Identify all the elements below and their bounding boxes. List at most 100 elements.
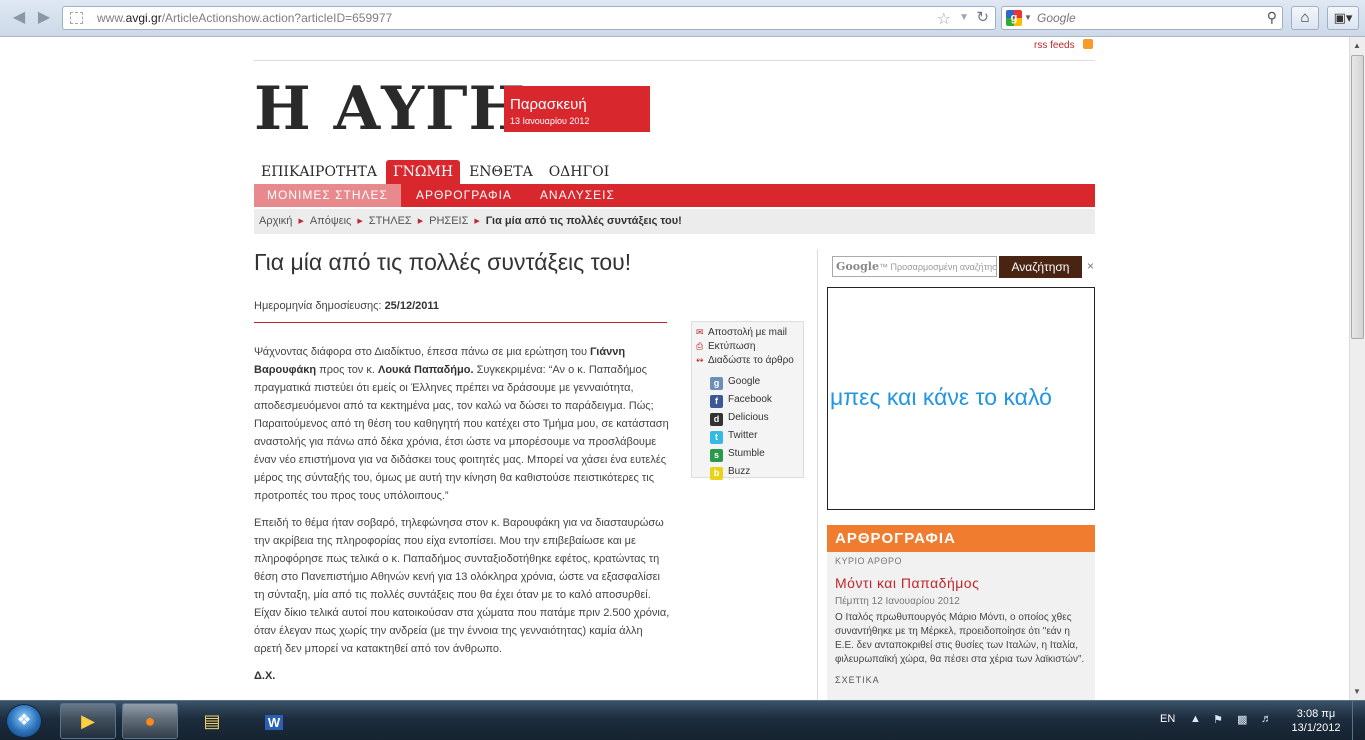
forward-arrow-icon[interactable]: ▶ (33, 8, 55, 28)
breadcrumb: Αρχική ▶ Απόψεις ▶ ΣΤΗΛΕΣ ▶ ΡΗΣΕΙΣ ▶ Για μία από… (254, 209, 1095, 234)
show-hidden-icons-icon[interactable]: ▲ (1190, 713, 1201, 725)
share-label[interactable]: Facebook (728, 394, 772, 405)
print-link[interactable]: ⎙ Εκτύπωση (696, 339, 799, 353)
crumb-riseis[interactable]: ΡΗΣΕΙΣ (429, 215, 468, 227)
google-icon[interactable]: g (710, 377, 723, 390)
scroll-up-icon[interactable]: ▲ (1353, 41, 1361, 50)
share-stumble-link[interactable]: s Stumble (710, 445, 799, 463)
print-label[interactable]: Εκτύπωση (708, 341, 755, 352)
twitter-icon[interactable]: t (710, 431, 723, 444)
crumb-separator-icon: ▶ (298, 218, 304, 225)
article-paragraph: Επειδή το θέμα ήταν σοβαρό, τηλεφώνησα σ… (254, 517, 670, 655)
search-placeholder[interactable]: Google (1037, 11, 1076, 25)
url-text[interactable]: www.avgi.gr/ArticleActionshow.action?art… (97, 11, 392, 25)
ad-text[interactable]: μπες και κάνε το καλό (830, 384, 1052, 411)
send-mail-label[interactable]: Αποστολή με mail (708, 327, 787, 338)
language-indicator[interactable]: EN (1160, 713, 1175, 725)
share-icon: ↭ (696, 355, 704, 365)
rss-feeds-link[interactable]: rss feeds (1034, 39, 1093, 51)
home-icon[interactable]: ⌂ (1291, 6, 1319, 30)
main-nav: ΕΠΙΚΑΙΡΟΤΗΤΑ ΓΝΩΜΗ ΕΝΘΕΤΑ ΟΔΗΓΟΙ (254, 160, 618, 184)
buzz-icon[interactable]: b (710, 467, 723, 480)
stumble-icon[interactable]: s (710, 449, 723, 462)
share-buzz-link[interactable]: b Buzz (710, 463, 799, 481)
site-logo[interactable]: Η ΑΥΓΗ (254, 75, 526, 143)
clock-date[interactable]: 13/1/2012 (1286, 721, 1346, 735)
sub-nav: ΜΟΝΙΜΕΣ ΣΤΗΛΕΣ ΑΡΘΡΟΓΡΑΦΙΑ ΑΝΑΛΥΣΕΙΣ (254, 184, 1095, 207)
engine-dropdown-icon[interactable]: ▼ (1024, 13, 1032, 22)
nav-gnomi[interactable]: ΓΝΩΜΗ (385, 160, 461, 184)
start-button-icon[interactable]: ❖ (6, 704, 42, 738)
share-label[interactable]: Google (728, 376, 760, 387)
browser-search-box[interactable]: g ▼ Google ⚲ (1001, 6, 1283, 30)
reload-icon[interactable]: ↻ (976, 8, 989, 26)
network-icon[interactable]: ▩ (1237, 713, 1247, 726)
address-bar[interactable]: www.avgi.gr/ArticleActionshow.action?art… (62, 6, 996, 30)
search-icon[interactable]: ⚲ (1267, 9, 1277, 26)
nav-entheta[interactable]: ΕΝΘΕΤΑ (462, 160, 540, 184)
print-icon: ⎙ (696, 341, 704, 351)
share-google-link[interactable]: g Google (710, 373, 799, 391)
share-delicious-link[interactable]: d Delicious (710, 409, 799, 427)
firefox-icon[interactable]: ● (122, 703, 178, 739)
subnav-monimes-stiles[interactable]: ΜΟΝΙΜΕΣ ΣΤΗΛΕΣ (254, 184, 401, 207)
google-wordmark: Google (836, 260, 879, 273)
site-search-button[interactable]: Αναζήτηση (999, 256, 1082, 278)
history-dropdown-icon[interactable]: ▼ (959, 12, 969, 23)
site-search-placeholder[interactable]: Προσαρμοσμένη αναζήτηση (890, 262, 996, 272)
facebook-icon[interactable]: f (710, 395, 723, 408)
windows-media-player-icon[interactable]: ▶ (60, 703, 116, 739)
volume-icon[interactable]: ♬ (1261, 713, 1272, 725)
action-center-icon[interactable]: ⚑ (1213, 713, 1223, 726)
column-divider (817, 249, 818, 700)
send-mail-link[interactable]: ✉ Αποστολή με mail (696, 325, 799, 339)
featured-date: Πέμπτη 12 Ιανουαρίου 2012 (835, 596, 960, 607)
pubdate-label: Ημερομηνία δημοσίευσης: (254, 300, 382, 312)
close-icon[interactable]: × (1087, 259, 1094, 273)
crumb-home[interactable]: Αρχική (259, 215, 292, 227)
featured-headline[interactable]: Μόντι και Παπαδήμος (835, 575, 1087, 591)
section-header-arthrografia[interactable]: ΑΡΘΡΟΓΡΑΦΙΑ (827, 525, 1095, 552)
crumb-stiles[interactable]: ΣΤΗΛΕΣ (369, 215, 412, 227)
site-identity-icon[interactable] (70, 12, 83, 24)
nav-odigoi[interactable]: ΟΔΗΓΟΙ (542, 160, 617, 184)
ad-banner[interactable]: μπες και κάνε το καλό (827, 287, 1095, 510)
rss-label[interactable]: rss feeds (1034, 40, 1075, 51)
delicious-icon[interactable]: d (710, 413, 723, 426)
back-arrow-icon[interactable]: ◀ (8, 8, 30, 28)
scroll-thumb[interactable] (1351, 55, 1364, 339)
show-desktop-button[interactable] (1352, 701, 1365, 740)
crumb-current: Για μία από τις πολλές συντάξεις του! (485, 215, 682, 227)
share-facebook-link[interactable]: f Facebook (710, 391, 799, 409)
p1-text: Συγκεκριμένα: “Αν ο κ. Παπαδήμος πραγματ… (254, 364, 669, 502)
clock[interactable]: 3:08 πμ 13/1/2012 (1286, 707, 1346, 735)
subnav-analyseis[interactable]: ΑΝΑΛΥΣΕΙΣ (527, 184, 628, 207)
top-divider (254, 60, 1095, 61)
share-twitter-link[interactable]: t Twitter (710, 427, 799, 445)
nav-epikairotita[interactable]: ΕΠΙΚΑΙΡΟΤΗΤΑ (254, 160, 384, 184)
subnav-arthrografia[interactable]: ΑΡΘΡΟΓΡΑΦΙΑ (403, 184, 525, 207)
date-text: 13 Ιανουαρίου 2012 (510, 116, 590, 126)
page-scrollbar[interactable]: ▲ ▼ (1349, 37, 1365, 700)
scroll-down-icon[interactable]: ▼ (1353, 687, 1361, 696)
site-search-input[interactable]: Google™ Προσαρμοσμένη αναζήτηση (832, 256, 997, 277)
title-divider (254, 322, 667, 323)
crumb-separator-icon: ▶ (417, 218, 424, 225)
share-label[interactable]: Buzz (728, 466, 750, 477)
explorer-icon[interactable]: ▤ (184, 703, 240, 739)
article-tools: ✉ Αποστολή με mail ⎙ Εκτύπωση ↭ Διαδώστε το… (691, 321, 804, 481)
article-paragraph: Ψάχνοντας διάφορα στο Διαδίκτυο, έπεσα π… (254, 343, 670, 505)
mail-icon: ✉ (696, 327, 704, 337)
share-label[interactable]: Twitter (728, 430, 757, 441)
share-label[interactable]: Stumble (728, 448, 765, 459)
google-engine-icon[interactable]: g (1006, 10, 1022, 26)
menu-icon[interactable]: ▣▾ (1327, 6, 1359, 30)
bookmark-star-icon[interactable]: ☆ (937, 9, 951, 29)
clock-time[interactable]: 3:08 πμ (1286, 707, 1346, 721)
related-label[interactable]: ΣΧΕΤΙΚΑ (835, 675, 1087, 685)
rss-icon[interactable] (1082, 39, 1093, 49)
share-label[interactable]: Delicious (728, 412, 769, 423)
article-title: Για μία από τις πολλές συντάξεις του! (254, 249, 632, 275)
word-icon[interactable]: W (246, 703, 302, 739)
crumb-apopseis[interactable]: Απόψεις (310, 215, 352, 227)
